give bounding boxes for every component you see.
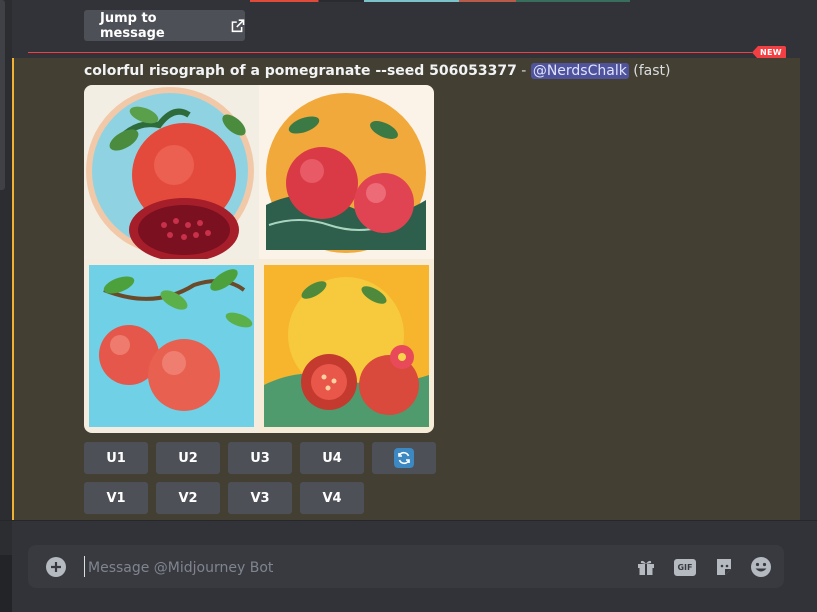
refresh-icon (394, 448, 414, 468)
previous-image-strip (250, 0, 630, 2)
u2-button[interactable]: U2 (156, 442, 220, 474)
speed-label: (fast) (633, 63, 671, 79)
scroll-knob (0, 0, 5, 190)
prompt-text: colorful risograph of a pomegranate --se… (84, 63, 517, 79)
separator: - (516, 63, 531, 79)
v1-button[interactable]: V1 (84, 482, 148, 514)
text-caret (84, 556, 85, 577)
user-mention[interactable]: @NerdsChalk (530, 63, 629, 79)
message-input[interactable] (86, 553, 610, 582)
external-link-icon (232, 18, 245, 32)
u4-button[interactable]: U4 (300, 442, 364, 474)
image-grid[interactable] (84, 85, 434, 433)
jump-to-message-button[interactable]: Jump to message (84, 10, 245, 41)
reroll-button[interactable] (372, 442, 436, 474)
v4-button[interactable]: V4 (300, 482, 364, 514)
u3-button[interactable]: U3 (228, 442, 292, 474)
gift-icon[interactable] (635, 556, 657, 578)
gif-icon[interactable]: GIF (674, 556, 696, 578)
sticker-icon[interactable] (713, 556, 735, 578)
jump-label: Jump to message (100, 10, 165, 41)
user-panel-edge (0, 555, 12, 612)
add-circle-icon[interactable] (46, 557, 66, 577)
grid-image-1 (84, 85, 259, 262)
emoji-icon[interactable] (750, 556, 772, 578)
u1-button[interactable]: U1 (84, 442, 148, 474)
message-text: colorful risograph of a pomegranate --se… (84, 63, 671, 79)
v3-button[interactable]: V3 (228, 482, 292, 514)
grid-image-2 (259, 85, 434, 259)
v2-button[interactable]: V2 (156, 482, 220, 514)
new-messages-divider (28, 52, 752, 53)
grid-image-3 (84, 259, 259, 433)
grid-image-4 (259, 259, 434, 433)
chat-bottom-edge (0, 520, 817, 521)
message-composer: GIF (28, 545, 784, 588)
